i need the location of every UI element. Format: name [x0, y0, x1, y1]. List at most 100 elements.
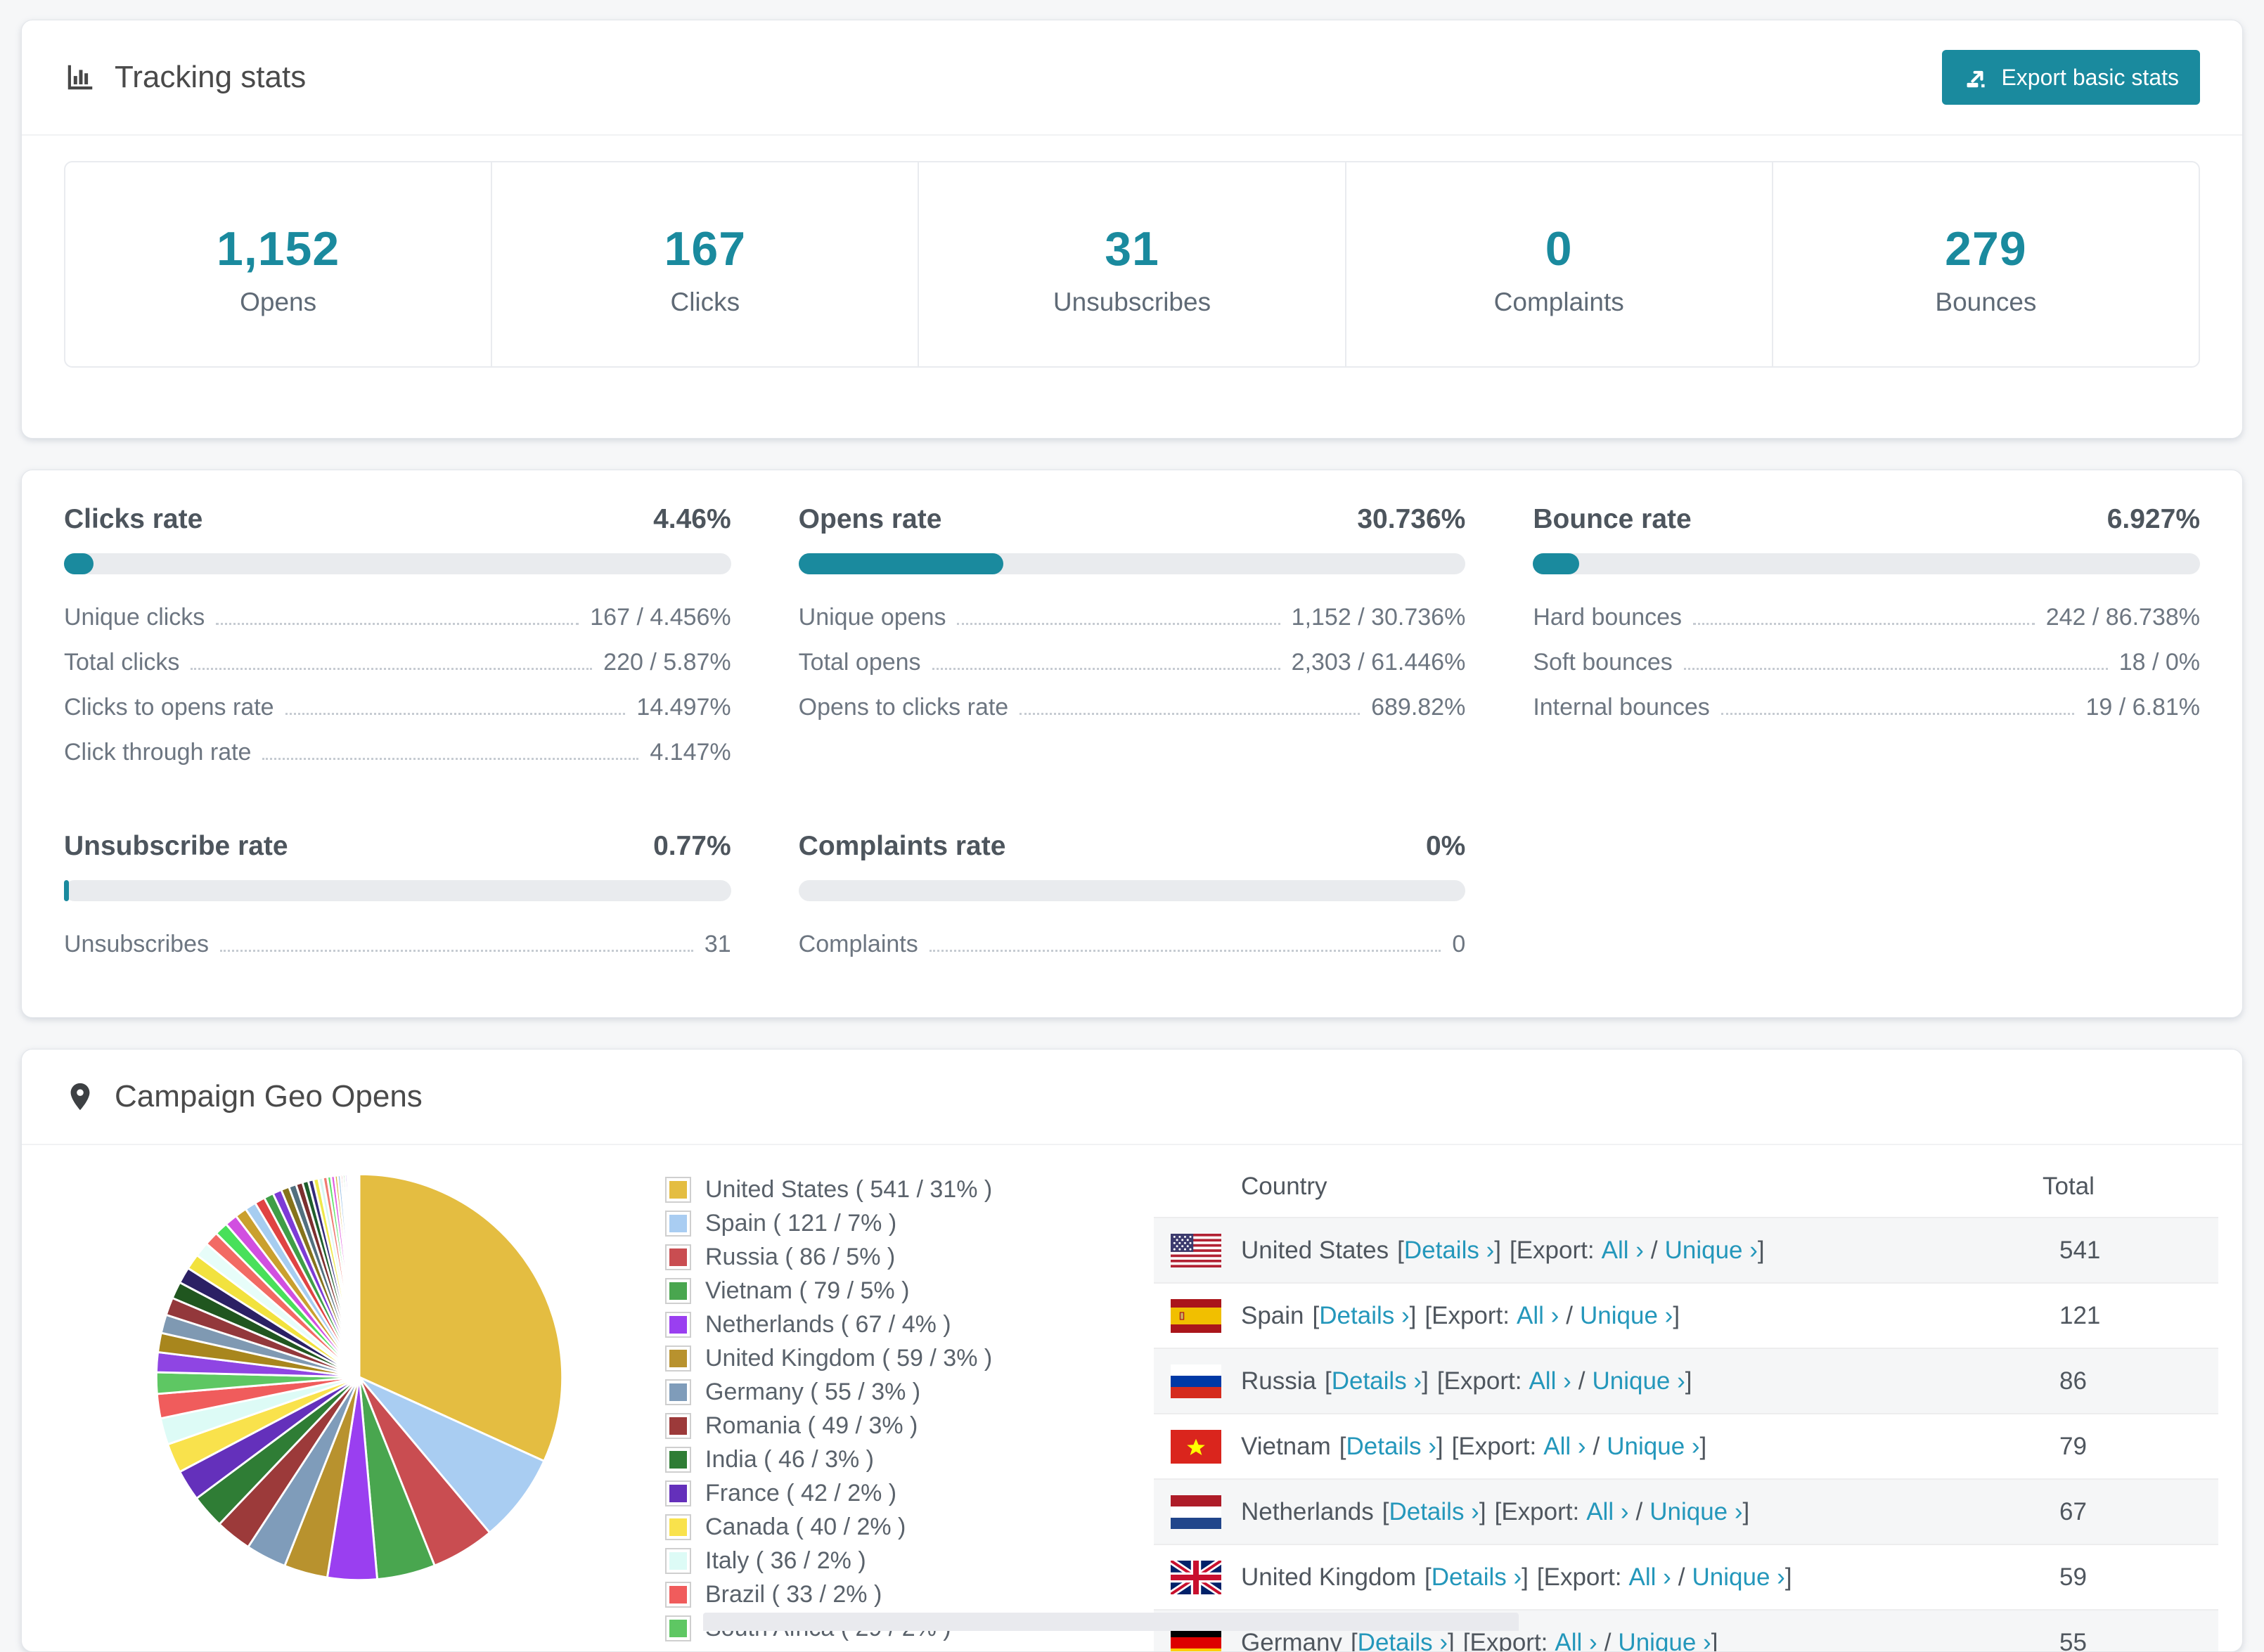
rate-row-clicks-to-opens-rate: Clicks to opens rate14.497% — [64, 694, 731, 721]
geo-row-text: Russia[Details ›][Export:All ›/Unique ›] — [1241, 1367, 2059, 1395]
progress-bar-track — [799, 553, 1466, 574]
stat-value: 1,152 — [72, 221, 484, 276]
legend-swatch-color — [669, 1350, 687, 1367]
export-all-link[interactable]: All › — [1602, 1237, 1644, 1264]
geo-row-total: 121 — [2059, 1302, 2218, 1330]
export-unique-link[interactable]: Unique › — [1580, 1302, 1673, 1329]
tracking-stats-card: Tracking stats Export basic stats 1,152O… — [21, 20, 2243, 439]
bracket: [ — [1424, 1563, 1432, 1591]
geo-row-total: 86 — [2059, 1367, 2218, 1395]
rate-row-complaints: Complaints0 — [799, 931, 1466, 958]
export-icon — [1963, 64, 1990, 91]
details-link[interactable]: Details › — [1358, 1629, 1448, 1652]
details-link[interactable]: Details › — [1404, 1237, 1494, 1264]
bracket: [ — [1537, 1563, 1544, 1591]
separator: / — [1578, 1367, 1586, 1395]
details-link[interactable]: Details › — [1432, 1563, 1522, 1591]
progress-bar-fill — [799, 553, 1004, 574]
bracket: ] — [1479, 1498, 1486, 1525]
geo-table-row-united-states: United States[Details ›][Export:All ›/Un… — [1154, 1217, 2218, 1282]
geo-table-header: Country Total — [1154, 1156, 2218, 1217]
export-unique-link[interactable]: Unique › — [1665, 1237, 1758, 1264]
legend-swatch-color — [669, 1248, 687, 1266]
export-all-link[interactable]: All › — [1529, 1367, 1571, 1395]
export-all-link[interactable]: All › — [1629, 1563, 1671, 1591]
dotted-leader — [220, 950, 693, 952]
rate-row-total-opens: Total opens2,303 / 61.446% — [799, 649, 1466, 676]
horizontal-scrollbar[interactable] — [703, 1613, 1519, 1631]
legend-item-russia: Russia ( 86 / 5% ) — [665, 1244, 1087, 1271]
rate-row-label: Unique opens — [799, 604, 946, 631]
legend-swatch-color — [669, 1282, 687, 1300]
legend-item-netherlands: Netherlands ( 67 / 4% ) — [665, 1311, 1087, 1338]
separator: / — [1635, 1498, 1642, 1525]
rate-panel-head: Unsubscribe rate0.77% — [64, 831, 731, 862]
stat-card-opens: 1,152 Opens — [65, 162, 491, 366]
export-basic-stats-button[interactable]: Export basic stats — [1942, 50, 2200, 105]
export-all-link[interactable]: All › — [1586, 1498, 1628, 1525]
details-link[interactable]: Details › — [1319, 1302, 1409, 1329]
rate-row-label: Hard bounces — [1533, 604, 1682, 631]
geo-table-row-spain: Spain[Details ›][Export:All ›/Unique ›]1… — [1154, 1282, 2218, 1348]
bracket: [ — [1339, 1433, 1346, 1460]
legend-item-france: France ( 42 / 2% ) — [665, 1480, 1087, 1507]
legend-label: United Kingdom ( 59 / 3% ) — [705, 1345, 992, 1372]
country-column-header: Country — [1241, 1173, 2043, 1201]
stat-label: Unsubscribes — [926, 288, 1337, 317]
separator: / — [1604, 1629, 1612, 1652]
rate-row-value: 2,303 / 61.446% — [1292, 649, 1466, 676]
bracket: ] — [1422, 1367, 1429, 1395]
rate-value: 30.736% — [1357, 504, 1465, 535]
rate-row-value: 19 / 6.81% — [2085, 694, 2200, 721]
export-all-link[interactable]: All › — [1543, 1433, 1586, 1460]
legend-label: Canada ( 40 / 2% ) — [705, 1514, 906, 1541]
export-unique-link[interactable]: Unique › — [1618, 1629, 1711, 1652]
details-link[interactable]: Details › — [1389, 1498, 1479, 1525]
dotted-leader — [930, 950, 1441, 952]
export-prefix-label: Export: — [1517, 1237, 1595, 1264]
campaign-geo-opens-card: Campaign Geo Opens United States ( 541 /… — [21, 1049, 2243, 1652]
rate-row-label: Soft bounces — [1533, 649, 1672, 676]
export-unique-link[interactable]: Unique › — [1607, 1433, 1699, 1460]
pie-legend: United States ( 541 / 31% )Spain ( 121 /… — [665, 1176, 1087, 1648]
rate-row-label: Total clicks — [64, 649, 179, 676]
export-prefix-label: Export: — [1444, 1367, 1522, 1395]
rate-row-label: Clicks to opens rate — [64, 694, 274, 721]
flag-netherlands-icon — [1171, 1495, 1221, 1529]
export-unique-link[interactable]: Unique › — [1649, 1498, 1742, 1525]
separator: / — [1651, 1237, 1658, 1264]
legend-swatch — [665, 1346, 691, 1372]
geo-row-country: United States — [1241, 1237, 1389, 1264]
geo-row-text: Netherlands[Details ›][Export:All ›/Uniq… — [1241, 1498, 2059, 1526]
geo-opens-pie-chart — [141, 1159, 577, 1595]
rate-row-click-through-rate: Click through rate4.147% — [64, 739, 731, 766]
export-all-link[interactable]: All › — [1517, 1302, 1559, 1329]
geo-title-wrap: Campaign Geo Opens — [64, 1079, 423, 1114]
stats-summary-wrap: 1,152Opens167Clicks31Unsubscribes0Compla… — [22, 136, 2242, 438]
legend-swatch — [665, 1211, 691, 1237]
rate-panel-unsubscribe-rate: Unsubscribe rate0.77%Unsubscribes31 — [64, 831, 731, 958]
bracket: ] — [1711, 1629, 1718, 1652]
legend-swatch — [665, 1379, 691, 1405]
geo-row-text: Spain[Details ›][Export:All ›/Unique ›] — [1241, 1302, 2059, 1330]
stat-card-bounces: 279Bounces — [1772, 162, 2199, 366]
rate-row-unique-opens: Unique opens1,152 / 30.736% — [799, 604, 1466, 631]
export-prefix-label: Export: — [1432, 1302, 1510, 1329]
stat-label: Opens — [72, 288, 484, 317]
export-prefix-label: Export: — [1501, 1498, 1579, 1525]
export-all-link[interactable]: All › — [1555, 1629, 1597, 1652]
legend-item-spain: Spain ( 121 / 7% ) — [665, 1210, 1087, 1237]
rate-row-label: Complaints — [799, 931, 918, 958]
rate-row-value: 4.147% — [650, 739, 731, 766]
rate-rows: Hard bounces242 / 86.738%Soft bounces18 … — [1533, 604, 2200, 721]
rate-rows: Unique clicks167 / 4.456%Total clicks220… — [64, 604, 731, 766]
export-unique-link[interactable]: Unique › — [1592, 1367, 1685, 1395]
geo-row-text: Vietnam[Details ›][Export:All ›/Unique ›… — [1241, 1433, 2059, 1461]
stat-label: Bounces — [1780, 288, 2192, 317]
legend-item-italy: Italy ( 36 / 2% ) — [665, 1547, 1087, 1575]
legend-swatch-color — [669, 1518, 687, 1536]
legend-label: France ( 42 / 2% ) — [705, 1480, 896, 1507]
details-link[interactable]: Details › — [1332, 1367, 1422, 1395]
details-link[interactable]: Details › — [1346, 1433, 1436, 1460]
export-unique-link[interactable]: Unique › — [1692, 1563, 1785, 1591]
